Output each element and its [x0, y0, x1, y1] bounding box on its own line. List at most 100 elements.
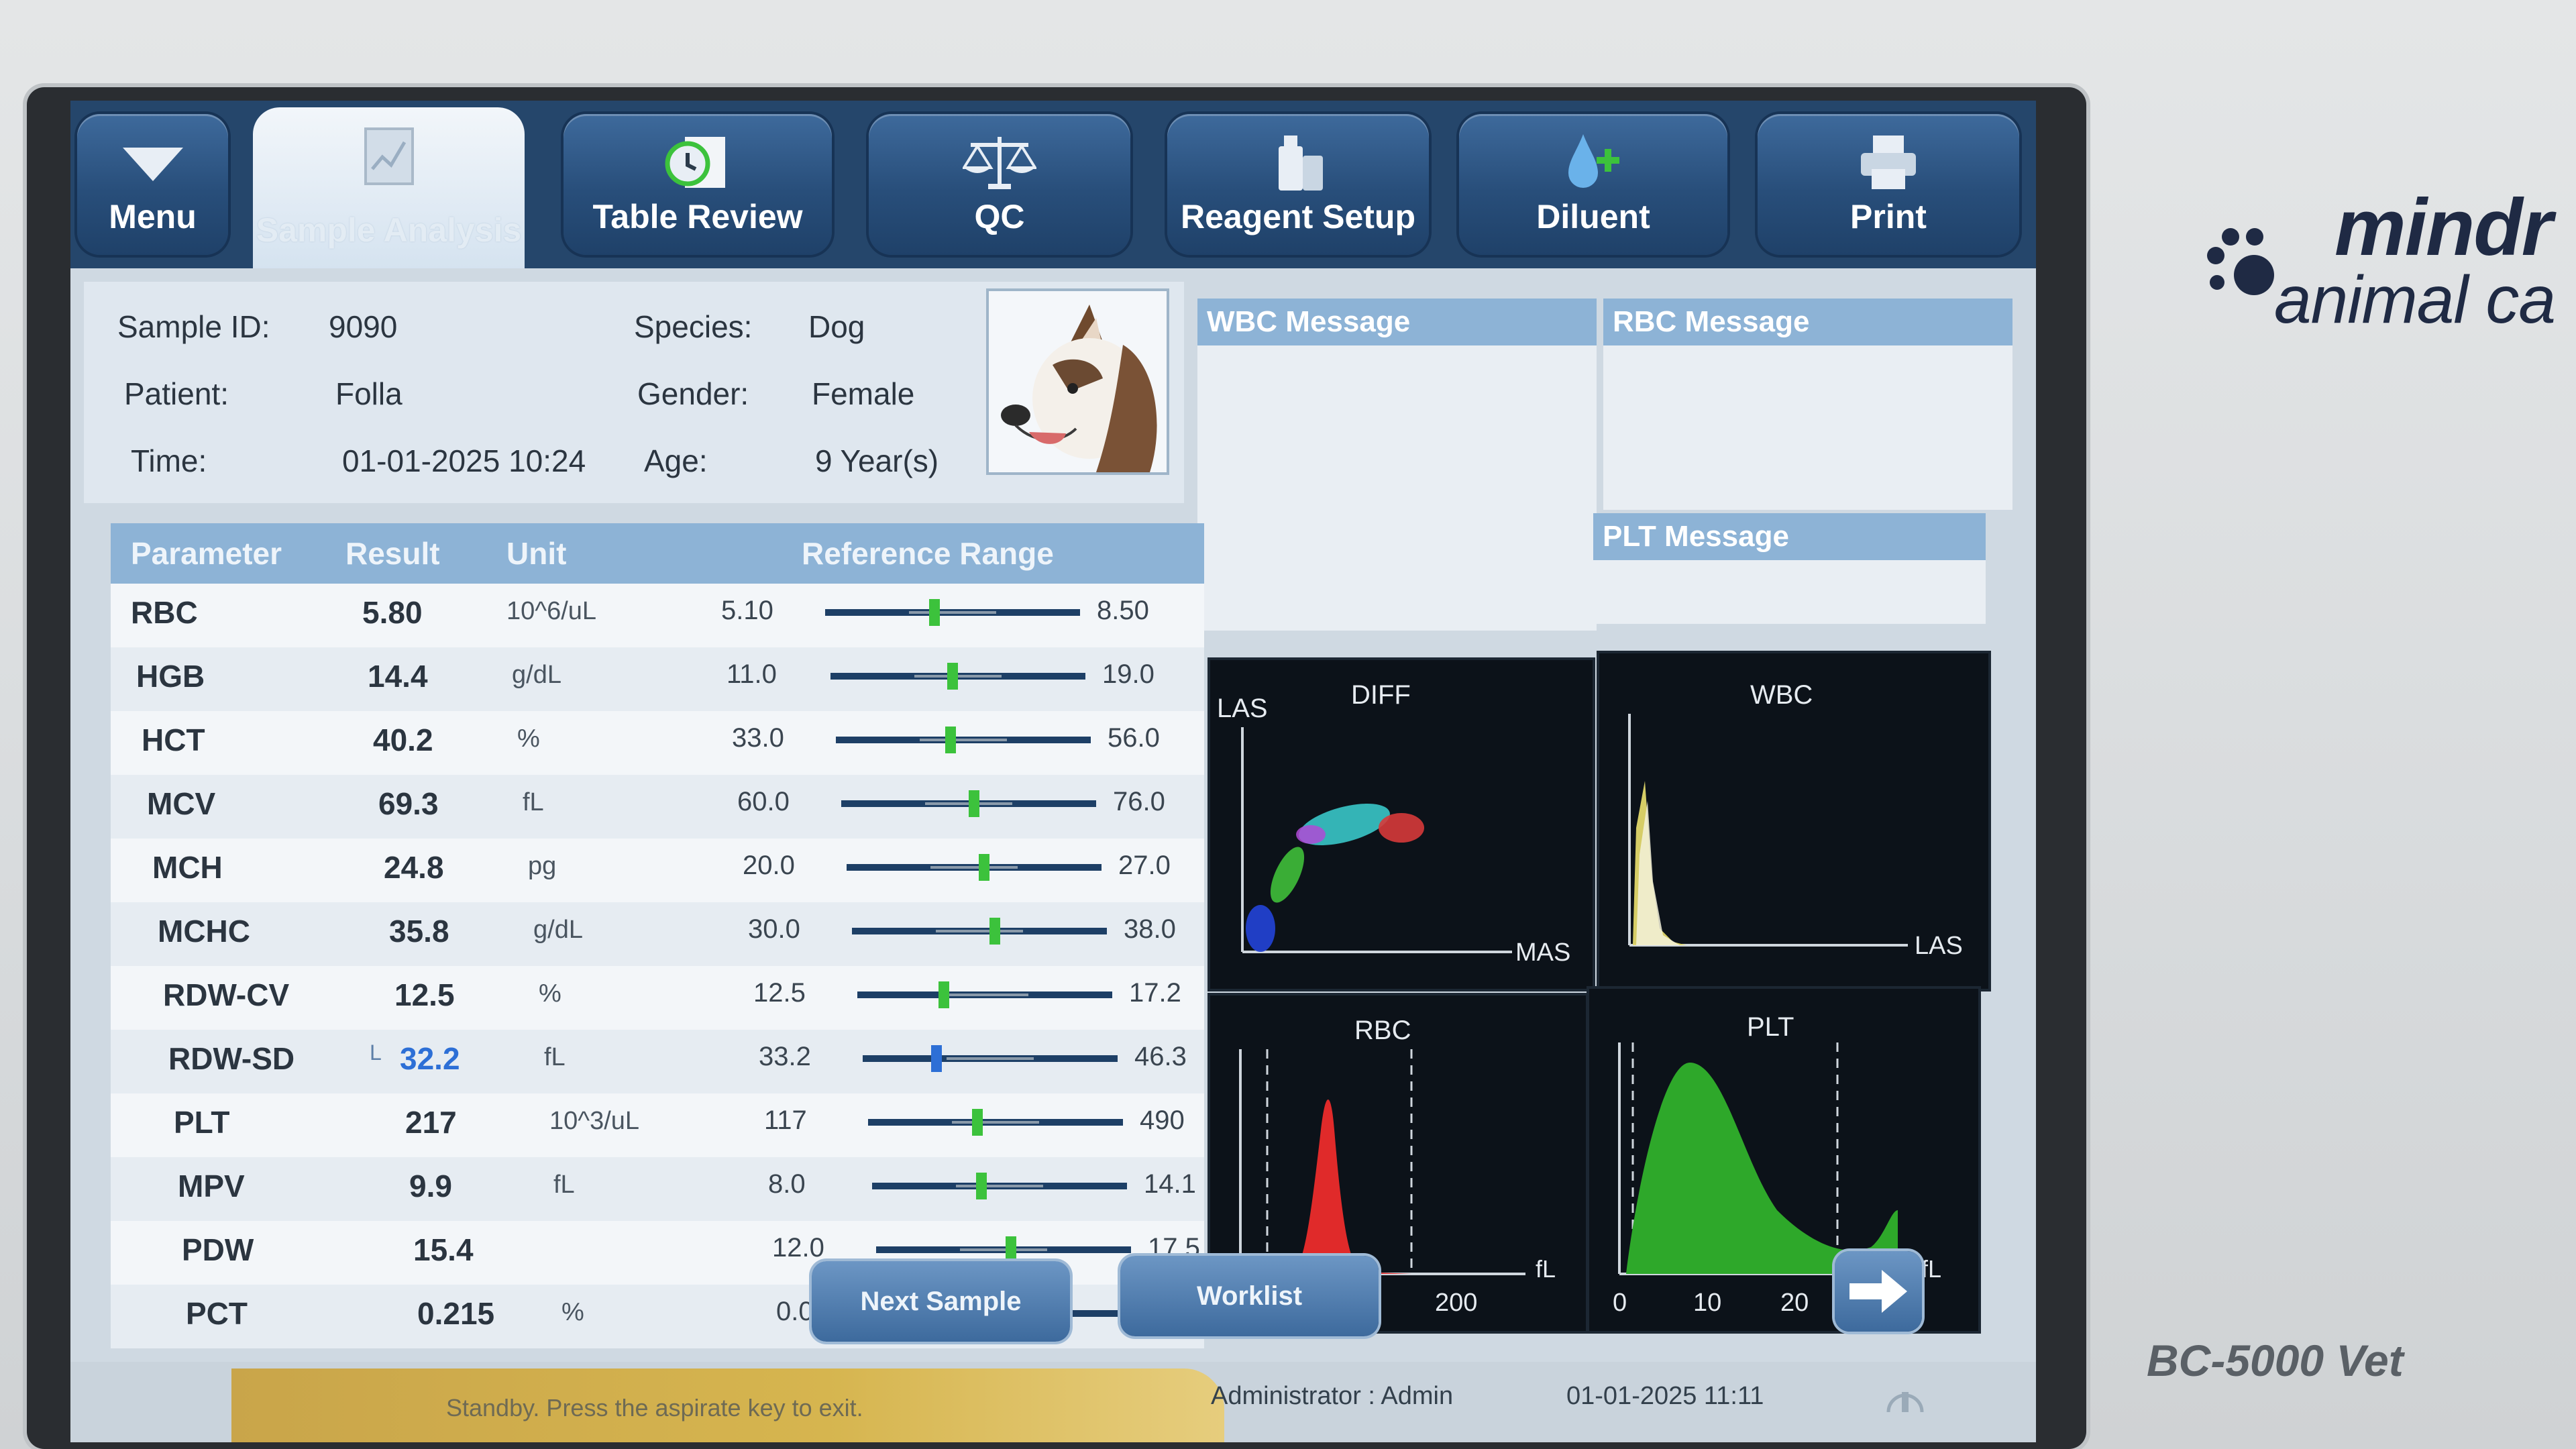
col-result: Result [345, 536, 440, 571]
diff-y-label: LAS [1217, 694, 1268, 723]
table-row: MPV 9.9 fL 8.0 14.1 [111, 1157, 1204, 1221]
plt-graph-title: PLT [1747, 1012, 1794, 1042]
reference-range-bar [868, 1109, 1123, 1136]
unit-label: % [539, 979, 561, 1008]
tab-print[interactable]: Print [1758, 114, 2019, 255]
range-high: 490 [1140, 1106, 1185, 1135]
table-row: MCV 69.3 fL 60.0 76.0 [111, 775, 1204, 839]
table-row: HCT 40.2% 33.0 56.0 [111, 711, 1204, 775]
tab-qc[interactable]: QC [869, 114, 1130, 255]
result-marker [989, 918, 1000, 945]
reference-range-bar [852, 918, 1107, 945]
status-bar: Standby. Press the aspirate key to exit.… [70, 1362, 2036, 1442]
next-page-button[interactable] [1835, 1251, 1922, 1332]
table-row: MCH 24.8 pg 20.0 27.0 [111, 839, 1204, 902]
model-label: BC-5000 Vet [2147, 1336, 2404, 1385]
range-low: 33.2 [759, 1042, 811, 1071]
tab-table-review[interactable]: Table Review [564, 114, 832, 255]
wbc-x-label: LAS [1915, 932, 1963, 960]
plt-message-box: PLT Message [1593, 513, 1986, 624]
clock-refresh-icon [665, 137, 725, 188]
result-value: 14.4 [368, 659, 428, 694]
parameter-name: PCT [186, 1296, 248, 1331]
screen: Menu Sample Analysis Table Review QC Rea… [70, 101, 2036, 1442]
reference-range-bar [872, 1173, 1127, 1199]
unit-label: g/dL [533, 916, 583, 944]
result-value: 69.3 [378, 786, 439, 821]
result-marker [972, 1109, 983, 1136]
reference-range-bar [830, 663, 1085, 690]
rbc-tick-200: 200 [1435, 1289, 1477, 1317]
worklist-button[interactable]: Worklist [1120, 1256, 1379, 1336]
wbc-graph-title: WBC [1750, 680, 1813, 710]
results-table: Parameter Result Unit Reference Range RB… [111, 523, 1219, 1348]
reference-range-bar [857, 981, 1112, 1008]
parameter-name: RDW-SD [168, 1041, 295, 1076]
result-marker [968, 790, 979, 817]
result-marker [929, 599, 941, 626]
result-marker [947, 663, 959, 690]
diff-scattergram: LAS DIFF MAS [1208, 657, 1595, 991]
tab-sample-analysis[interactable]: Sample Analysis [253, 107, 525, 268]
result-value: 35.8 [389, 914, 449, 949]
current-user: Administrator : Admin [1211, 1382, 1454, 1410]
chart-icon [364, 127, 414, 185]
range-low: 8.0 [768, 1169, 806, 1199]
tab-menu[interactable]: Menu [77, 114, 228, 255]
plt-tick-0: 0 [1613, 1289, 1627, 1317]
tab-reagent-setup[interactable]: Reagent Setup [1167, 114, 1429, 255]
message-area: WBC Message RBC Message PLT Message [1197, 299, 2016, 634]
plt-tick-20: 20 [1780, 1289, 1809, 1317]
result-marker [979, 854, 990, 881]
range-high: 38.0 [1124, 914, 1176, 944]
plt-tick-10: 10 [1693, 1289, 1721, 1317]
paw-icon [2207, 228, 2281, 302]
analyzer-device: mindr animal ca BC-5000 Vet Menu Sample … [0, 0, 2576, 1449]
printer-icon [1861, 136, 1916, 189]
result-value: 40.2 [373, 722, 433, 757]
table-row: RBC 5.80 10^6/uL 5.10 8.50 [111, 584, 1204, 647]
result-marker [1006, 1236, 1017, 1263]
reference-range-bar [863, 1045, 1118, 1072]
brand-subtitle: animal ca [2274, 262, 2556, 337]
diff-title: DIFF [1351, 680, 1411, 710]
unit-label: fL [544, 1043, 566, 1071]
wbc-histogram: WBC LAS [1597, 651, 1991, 991]
unit-label: pg [528, 852, 557, 880]
result-value: 32.2 [400, 1041, 460, 1076]
parameter-name: MCH [152, 850, 223, 885]
unit-label: fL [523, 788, 544, 816]
sample-id-value: 9090 [329, 309, 398, 344]
range-low: 12.5 [753, 978, 806, 1008]
rbc-message-header: RBC Message [1603, 299, 2012, 345]
patient-value: Folla [335, 376, 402, 411]
reference-range-bar [876, 1236, 1131, 1263]
table-row: MCHC 35.8 g/dL 30.0 38.0 [111, 902, 1204, 966]
balance-scale-icon [963, 137, 1036, 189]
rbc-unit-label: fL [1536, 1255, 1556, 1283]
table-row: PLT 217 10^3/uL 117 490 [111, 1093, 1204, 1157]
species-label: Species: [634, 309, 753, 344]
time-value: 01-01-2025 10:24 [342, 443, 586, 478]
result-marker [976, 1173, 987, 1199]
range-low: 30.0 [748, 914, 800, 944]
system-datetime: 01-01-2025 11:11 [1566, 1382, 1764, 1410]
next-sample-button[interactable]: Next Sample [812, 1261, 1070, 1342]
diff-x-label: MAS [1515, 938, 1570, 967]
result-marker [945, 727, 956, 753]
sample-id-label: Sample ID: [117, 309, 270, 344]
parameter-name: MCHC [158, 914, 250, 949]
time-label: Time: [131, 443, 207, 478]
parameter-name: MCV [147, 786, 216, 821]
col-reference-range: Reference Range [802, 536, 1054, 571]
plt-message-header: PLT Message [1593, 513, 1986, 560]
unit-label: fL [553, 1171, 575, 1199]
parameter-name: HCT [142, 722, 205, 757]
toolbar: Menu Sample Analysis Table Review QC Rea… [70, 101, 2036, 268]
range-high: 8.50 [1097, 596, 1149, 625]
reference-range-bar [825, 599, 1080, 626]
range-high: 46.3 [1134, 1042, 1187, 1071]
unit-label: 10^3/uL [549, 1107, 640, 1135]
tab-diluent[interactable]: Diluent [1459, 114, 1727, 255]
parameter-name: HGB [136, 659, 205, 694]
